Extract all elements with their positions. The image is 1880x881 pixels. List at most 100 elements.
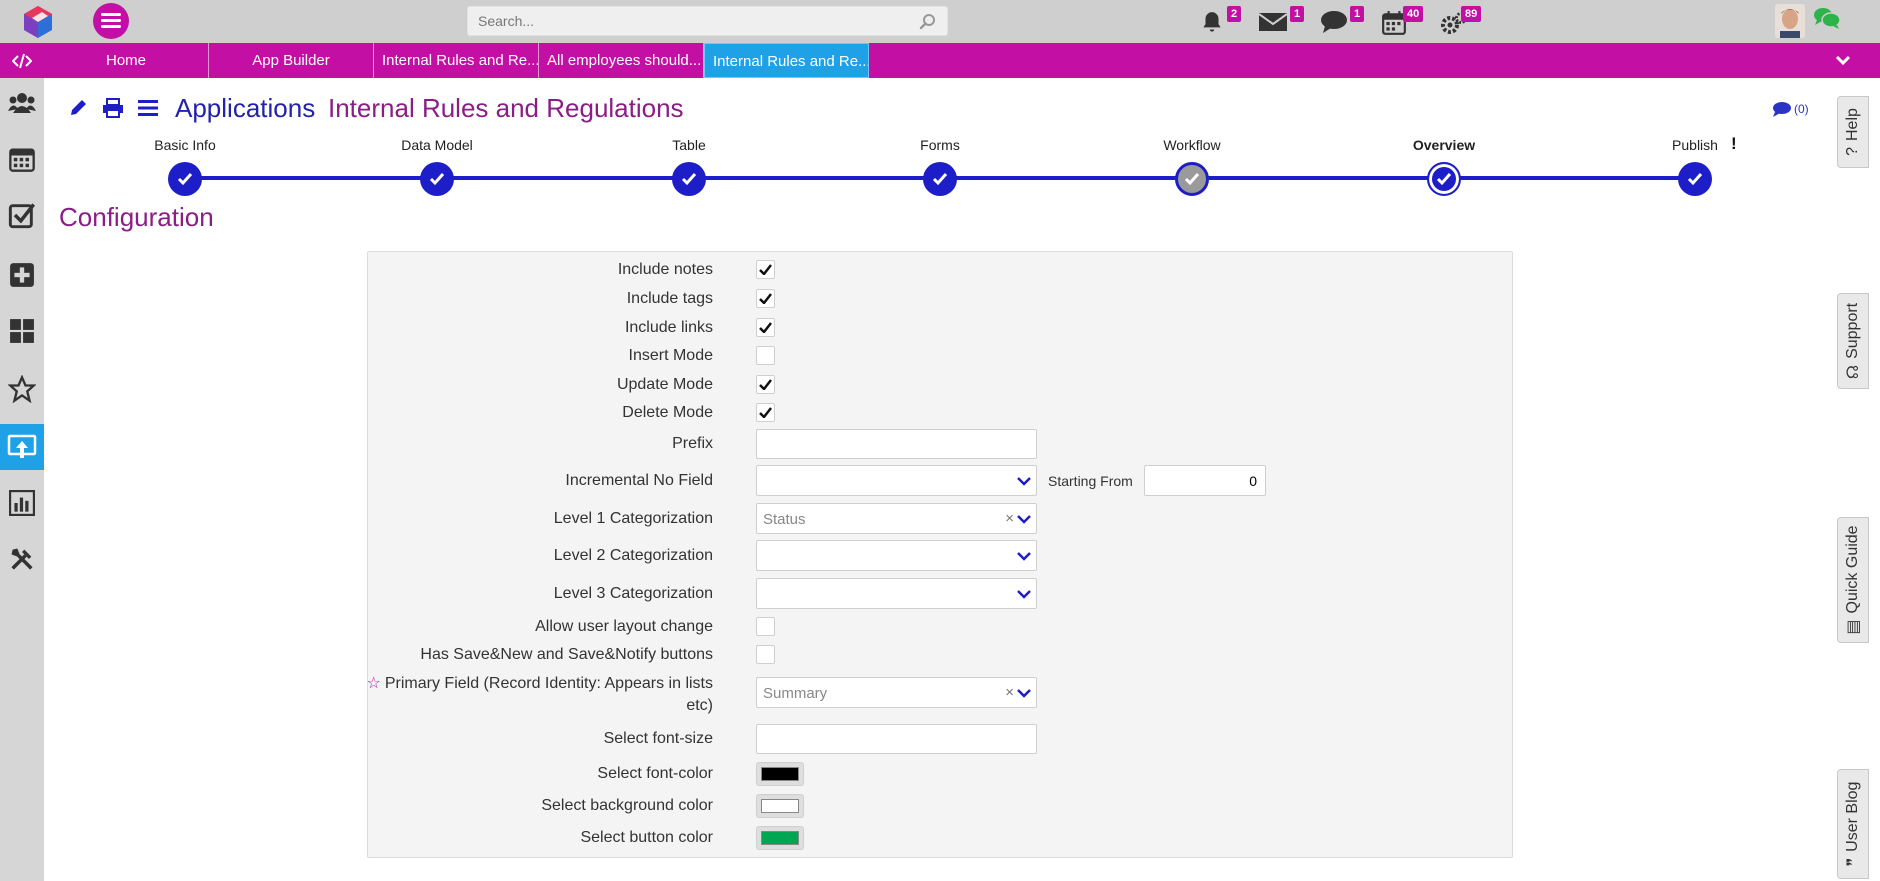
mail-button[interactable]: 1 [1258, 6, 1306, 38]
step-data-model[interactable]: Data Model [367, 136, 507, 196]
tab-all-employees[interactable]: All employees should... [539, 43, 704, 78]
insert-mode-checkbox[interactable] [756, 346, 775, 365]
app-logo[interactable] [20, 4, 56, 40]
pencil-icon [71, 100, 86, 115]
chat-button[interactable]: 1 [1320, 6, 1366, 38]
step-label: Overview [1412, 137, 1476, 153]
search-input[interactable] [468, 7, 947, 35]
comments-button[interactable]: (0) [1772, 101, 1809, 117]
level2-select[interactable] [756, 540, 1037, 571]
envelope-icon [1258, 13, 1288, 31]
main-menu-button[interactable] [93, 3, 129, 39]
step-forms[interactable]: Forms [870, 136, 1010, 196]
level1-select[interactable]: Status × [756, 503, 1037, 534]
row-primary-field: ☆ Primary Field (Record Identity: Appears… [367, 671, 1512, 717]
notifications-button[interactable]: 2 [1199, 6, 1242, 38]
include-notes-checkbox[interactable] [756, 260, 775, 279]
delete-mode-checkbox[interactable] [756, 403, 775, 422]
button-color-picker[interactable] [756, 826, 804, 850]
background-color-picker[interactable] [756, 794, 804, 818]
tab-internal-rules-active[interactable]: Internal Rules and Re... [704, 43, 869, 78]
sidebar-item-tasks[interactable] [0, 192, 44, 238]
user-avatar[interactable] [1775, 4, 1805, 38]
row-delete-mode: Delete Mode [368, 401, 1512, 425]
sidebar-item-tools[interactable] [0, 536, 44, 582]
quick-guide-tab[interactable]: ▤ Quick Guide [1837, 517, 1869, 643]
level3-select[interactable] [756, 578, 1037, 609]
include-tags-label: Include tags [626, 290, 713, 307]
step-label: Forms [920, 137, 960, 153]
left-sidebar [0, 78, 44, 881]
breadcrumb-applications[interactable]: Applications [175, 93, 315, 124]
sidebar-item-add[interactable] [0, 252, 44, 298]
delete-mode-label: Delete Mode [622, 404, 713, 421]
sidebar-item-app-publish[interactable] [0, 424, 44, 470]
code-toggle-button[interactable] [0, 43, 44, 78]
primary-field-select[interactable]: Summary × [756, 677, 1037, 708]
step-table[interactable]: Table [619, 136, 759, 196]
edit-button[interactable] [68, 98, 88, 118]
required-star-icon: ☆ [366, 675, 381, 692]
row-insert-mode: Insert Mode [368, 344, 1512, 368]
font-color-swatch [761, 767, 799, 781]
messenger-icon[interactable] [1813, 6, 1841, 35]
row-level1: Level 1 Categorization Status × [368, 502, 1512, 536]
clear-icon[interactable]: × [1005, 510, 1014, 527]
user-blog-tab[interactable]: ❞ User Blog [1837, 769, 1869, 879]
save-buttons-checkbox[interactable] [756, 645, 775, 664]
prefix-input[interactable] [757, 430, 1036, 458]
nav-chevron-down-icon[interactable] [1834, 51, 1852, 74]
include-links-checkbox[interactable] [756, 318, 775, 337]
tasks-button[interactable]: 89 [1440, 6, 1490, 38]
step-workflow[interactable]: Workflow [1122, 136, 1262, 196]
include-tags-checkbox[interactable] [756, 289, 775, 308]
step-label: Data Model [401, 137, 473, 153]
primary-field-label: ☆ Primary Field (Record Identity: Appears… [367, 673, 713, 717]
row-incremental-no: Incremental No Field Starting From [368, 464, 1512, 498]
tab-app-builder[interactable]: App Builder [209, 43, 374, 78]
step-publish[interactable]: Publish ! [1625, 134, 1765, 196]
starting-from-input[interactable] [1145, 466, 1265, 495]
font-size-input[interactable] [757, 725, 1036, 753]
clear-icon[interactable]: × [1005, 684, 1014, 701]
help-tab[interactable]: ? Help [1837, 96, 1869, 168]
page-title: Internal Rules and Regulations [328, 93, 684, 123]
sidebar-item-reports[interactable] [0, 480, 44, 526]
sidebar-item-favorites[interactable] [0, 366, 44, 412]
update-mode-label: Update Mode [616, 376, 713, 393]
tab-internal-rules[interactable]: Internal Rules and Re... [374, 43, 539, 78]
chevron-down-icon [1017, 552, 1031, 561]
update-mode-checkbox[interactable] [756, 375, 775, 394]
font-size-label: Select font-size [603, 730, 713, 747]
step-overview[interactable]: Overview [1374, 136, 1514, 196]
step-check-icon [1427, 162, 1461, 196]
starting-from-box [1144, 465, 1266, 496]
support-tab[interactable]: ☊ Support [1837, 293, 1869, 389]
list-menu-button[interactable] [138, 99, 158, 117]
chat-badge: 1 [1350, 6, 1365, 22]
allow-layout-checkbox[interactable] [756, 617, 775, 636]
print-button[interactable] [102, 98, 124, 118]
search-icon[interactable] [919, 13, 937, 31]
plus-square-icon [10, 263, 34, 287]
step-basic-info[interactable]: Basic Info [115, 136, 255, 196]
tab-home[interactable]: Home [44, 43, 209, 78]
sidebar-item-dashboard[interactable] [0, 308, 44, 354]
chevron-down-icon [1017, 590, 1031, 599]
step-check-icon [1175, 162, 1209, 196]
incremental-no-select[interactable] [756, 465, 1037, 496]
app-upload-icon [7, 434, 37, 458]
allow-layout-label: Allow user layout change [535, 618, 713, 635]
star-icon [8, 375, 36, 403]
bar-chart-icon [9, 490, 35, 516]
chat-bubble-icon [1321, 11, 1347, 33]
sidebar-item-users[interactable] [0, 80, 44, 126]
step-check-icon [923, 162, 957, 196]
background-color-swatch [761, 799, 799, 813]
save-buttons-label: Has Save&New and Save&Notify buttons [420, 646, 713, 663]
font-color-picker[interactable] [756, 762, 804, 786]
font-size-box [756, 724, 1037, 754]
calendar-button[interactable]: 40 [1381, 6, 1431, 38]
level1-selected-value: Status [763, 511, 806, 528]
starting-from-label: Starting From [1048, 473, 1133, 489]
